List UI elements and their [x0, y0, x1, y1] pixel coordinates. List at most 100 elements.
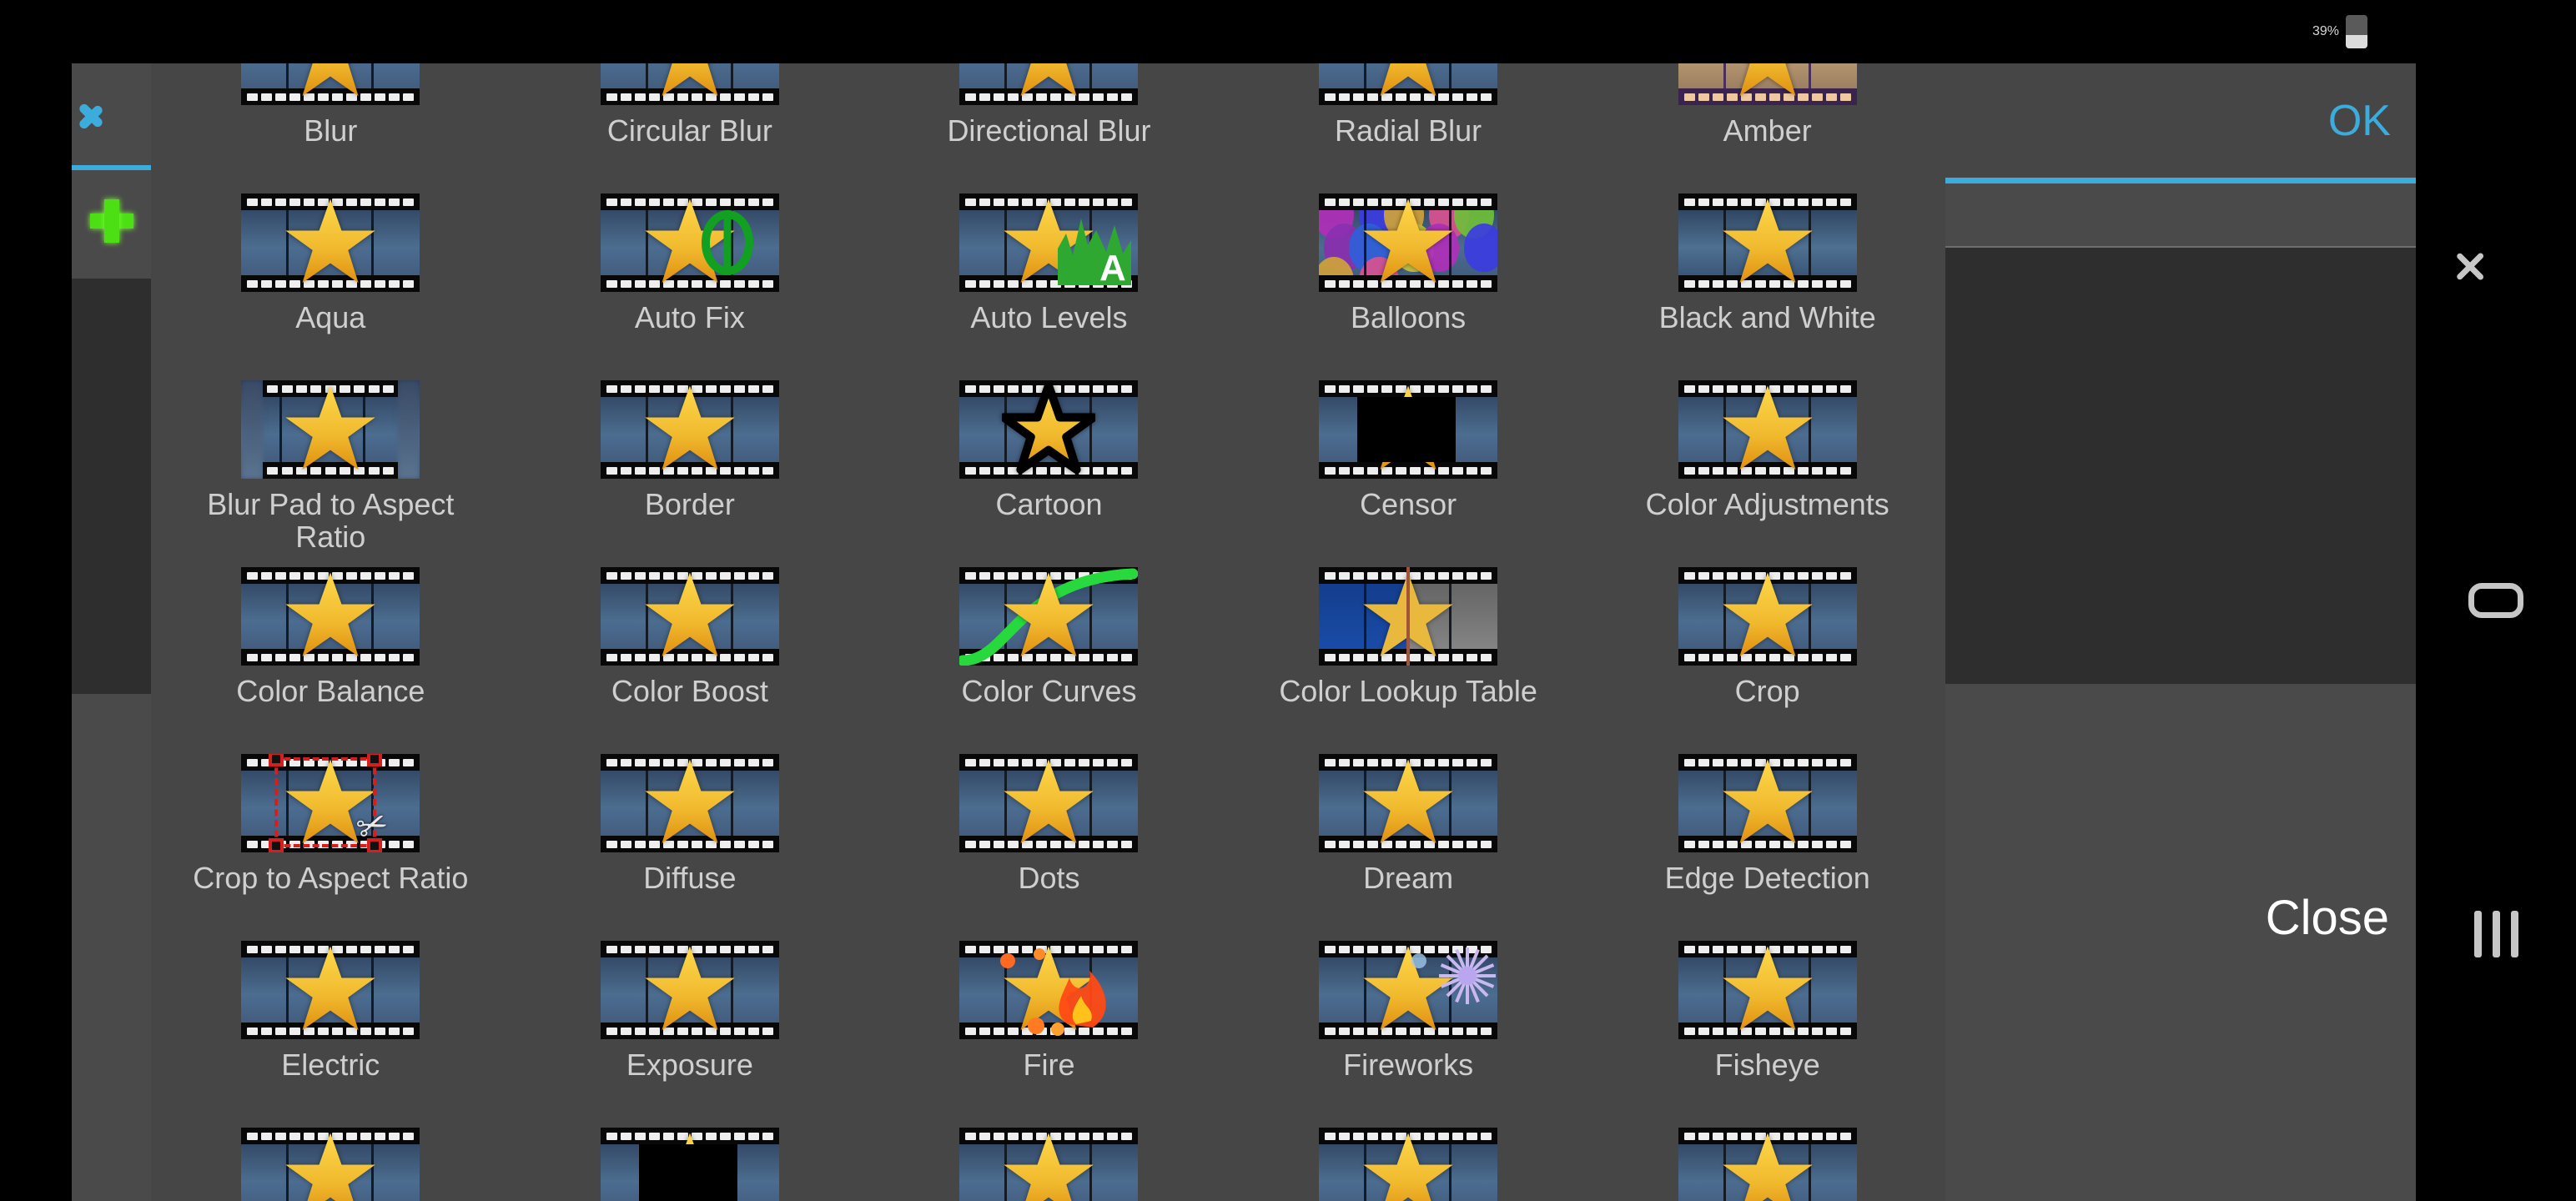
- effect-item-label: Color Balance: [236, 674, 425, 708]
- effect-item[interactable]: Color Lookup Table: [1229, 555, 1588, 742]
- effect-thumbnail: [600, 941, 779, 1039]
- effect-thumbnail: [241, 63, 420, 105]
- sidebar-add-button[interactable]: [72, 170, 151, 272]
- effect-thumbnail: [1319, 941, 1498, 1039]
- effect-item-label: Fisheye: [1714, 1048, 1820, 1082]
- sidebar-dark-region: [72, 279, 151, 694]
- effect-item[interactable]: Border: [511, 369, 870, 555]
- star-icon: [1721, 1130, 1814, 1201]
- effect-item-label: Border: [644, 487, 735, 521]
- effect-item[interactable]: Color Curves: [869, 555, 1229, 742]
- chevron-left-icon: [93, 95, 131, 133]
- effect-item[interactable]: Diffuse: [511, 742, 870, 929]
- effect-item[interactable]: [869, 1116, 1229, 1201]
- panel-preview-area: [1945, 248, 2416, 684]
- ok-button-label: OK: [2327, 96, 2391, 145]
- effect-thumbnail: A: [959, 193, 1139, 292]
- status-bar: 39%: [0, 0, 2576, 63]
- effects-grid-scroll-pane[interactable]: Blur Circular Blur Directional Blur Radi…: [151, 63, 1947, 1201]
- star-icon: [1361, 196, 1455, 289]
- effect-item[interactable]: Black and White: [1587, 182, 1947, 369]
- effect-item[interactable]: Circular Blur: [511, 63, 870, 182]
- star-icon: [643, 570, 737, 663]
- effect-item[interactable]: Fire: [869, 929, 1229, 1116]
- effect-item-label: Amber: [1723, 113, 1812, 148]
- effect-item-label: Blur Pad to Aspect Ratio: [207, 487, 455, 554]
- effect-item[interactable]: [1587, 1116, 1947, 1201]
- close-button[interactable]: Close: [1945, 684, 2416, 1201]
- star-icon: [1721, 63, 1814, 103]
- effect-thumbnail: [600, 754, 779, 852]
- effect-item-label: Color Lookup Table: [1279, 674, 1537, 708]
- effect-thumbnail: [241, 567, 420, 666]
- effect-item[interactable]: Electric: [151, 929, 511, 1116]
- effect-item[interactable]: Color Boost: [511, 555, 870, 742]
- star-icon: [1361, 756, 1455, 850]
- effect-thumbnail: [1678, 567, 1857, 666]
- battery-icon: [2346, 15, 2367, 48]
- effect-item-label: Exposure: [626, 1048, 753, 1082]
- star-icon: [1721, 570, 1814, 663]
- star-icon: [1361, 1130, 1455, 1201]
- effect-item[interactable]: Directional Blur: [869, 63, 1229, 182]
- effect-thumbnail: [241, 941, 420, 1039]
- star-icon: [1002, 570, 1095, 663]
- effect-item[interactable]: Color Adjustments: [1587, 369, 1947, 555]
- effect-item[interactable]: Censor: [1229, 369, 1588, 555]
- ok-button[interactable]: OK: [1945, 63, 2416, 178]
- effect-item[interactable]: ✂ Crop to Aspect Ratio: [151, 742, 511, 929]
- effect-item[interactable]: A Auto Levels: [869, 182, 1229, 369]
- effect-item[interactable]: [1229, 1116, 1588, 1201]
- effect-thumbnail: [959, 380, 1139, 479]
- effect-item[interactable]: Fireworks: [1229, 929, 1588, 1116]
- effect-item-label: Auto Fix: [634, 300, 745, 334]
- effect-item[interactable]: Auto Fix: [511, 182, 870, 369]
- android-navigation-bar: [2416, 0, 2576, 1201]
- effect-item-label: Aqua: [295, 300, 366, 334]
- nav-home-button[interactable]: [2416, 542, 2576, 659]
- effect-item-label: Directional Blur: [947, 113, 1151, 148]
- effect-item-label: Fireworks: [1343, 1048, 1474, 1082]
- effect-item[interactable]: Dots: [869, 742, 1229, 929]
- effect-item[interactable]: Cartoon: [869, 369, 1229, 555]
- effect-item-label: Black and White: [1658, 300, 1876, 334]
- effect-thumbnail: [1678, 1128, 1857, 1201]
- effect-item[interactable]: [151, 1116, 511, 1201]
- effect-thumbnail: [600, 63, 779, 105]
- effect-thumbnail: [959, 567, 1139, 666]
- effect-item-label: Crop to Aspect Ratio: [193, 861, 469, 895]
- effect-item[interactable]: Blur: [151, 63, 511, 182]
- effect-item-label: Auto Levels: [970, 300, 1128, 334]
- effect-thumbnail: [1319, 1128, 1498, 1201]
- effect-item[interactable]: Aqua: [151, 182, 511, 369]
- effect-item[interactable]: Edge Detection: [1587, 742, 1947, 929]
- effect-item[interactable]: [511, 1116, 870, 1201]
- effects-grid: Blur Circular Blur Directional Blur Radi…: [151, 63, 1947, 1201]
- sidebar-back-button[interactable]: [72, 63, 151, 165]
- effect-thumbnail: [600, 380, 779, 479]
- effect-item[interactable]: Color Balance: [151, 555, 511, 742]
- star-icon: [284, 196, 377, 289]
- effect-item-label: Blur: [304, 113, 358, 148]
- star-icon: [284, 943, 377, 1037]
- effect-item[interactable]: Exposure: [511, 929, 870, 1116]
- effect-item[interactable]: Radial Blur: [1229, 63, 1588, 182]
- effect-item-label: Electric: [281, 1048, 380, 1082]
- effect-item-label: Color Boost: [611, 674, 768, 708]
- effect-item[interactable]: Balloons: [1229, 182, 1588, 369]
- effect-item[interactable]: Crop: [1587, 555, 1947, 742]
- effect-thumbnail: [959, 941, 1139, 1039]
- effect-item[interactable]: Amber: [1587, 63, 1947, 182]
- effects-chooser-dialog: Blur Circular Blur Directional Blur Radi…: [72, 63, 1947, 1201]
- nav-recents-button[interactable]: [2416, 876, 2576, 992]
- effect-thumbnail: [959, 754, 1139, 852]
- star-icon: [1002, 63, 1095, 103]
- star-icon: [1361, 63, 1455, 103]
- star-icon: [284, 63, 377, 103]
- nav-back-button[interactable]: [2416, 209, 2576, 325]
- right-panel: OK Close: [1945, 63, 2416, 1201]
- close-button-label: Close: [2265, 890, 2389, 945]
- effect-item[interactable]: Blur Pad to Aspect Ratio: [151, 369, 511, 555]
- effect-item[interactable]: Dream: [1229, 742, 1588, 929]
- effect-item[interactable]: Fisheye: [1587, 929, 1947, 1116]
